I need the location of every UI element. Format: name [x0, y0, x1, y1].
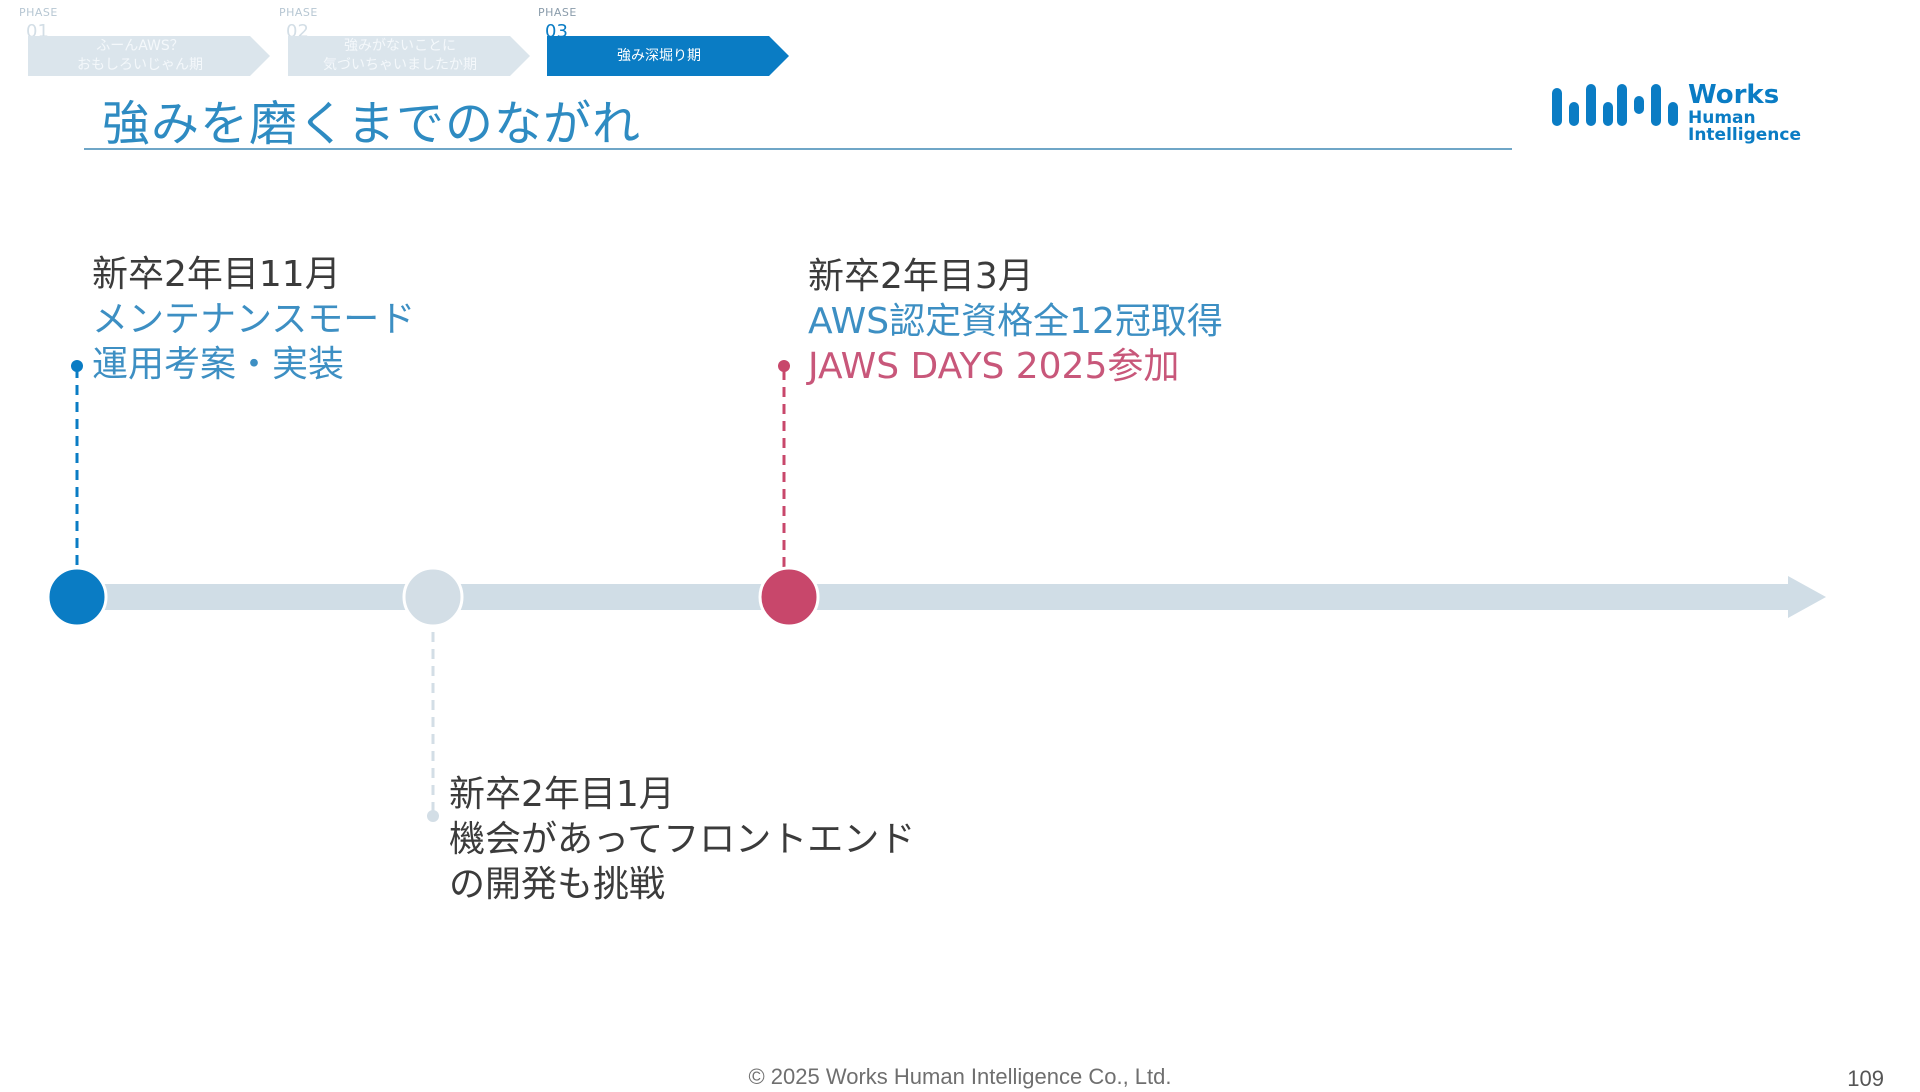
event-detail: 運用考案・実装	[92, 344, 345, 385]
timeline-bar	[80, 584, 1790, 610]
event-connector-dot	[778, 360, 790, 372]
event-connector-dot	[71, 360, 83, 372]
timeline-event: 新卒2年目1月 機会があってフロントエンド の開発も挑戦	[449, 772, 915, 907]
event-detail: メンテナンスモード	[92, 299, 416, 340]
event-detail: AWS認定資格全12冠取得	[808, 301, 1223, 342]
copyright-footer: © 2025 Works Human Intelligence Co., Ltd…	[748, 1064, 1172, 1089]
event-date: 新卒2年目3月	[808, 256, 1034, 297]
event-date: 新卒2年目1月	[449, 774, 675, 815]
event-detail: の開発も挑戦	[449, 864, 666, 905]
page-number: 109	[1847, 1066, 1884, 1091]
event-detail: JAWS DAYS 2025参加	[808, 346, 1180, 387]
timeline-node	[46, 566, 108, 628]
event-connector-dot	[427, 810, 439, 822]
timeline-node	[402, 566, 464, 628]
timeline-arrowhead	[1788, 576, 1826, 618]
timeline-node	[758, 566, 820, 628]
event-date: 新卒2年目11月	[92, 254, 341, 295]
timeline-event: 新卒2年目11月 メンテナンスモード 運用考案・実装	[92, 252, 415, 387]
timeline-graphic	[46, 360, 1826, 822]
event-detail: 機会があってフロントエンド	[449, 819, 916, 860]
timeline-event: 新卒2年目3月 AWS認定資格全12冠取得 JAWS DAYS 2025参加	[808, 254, 1223, 389]
